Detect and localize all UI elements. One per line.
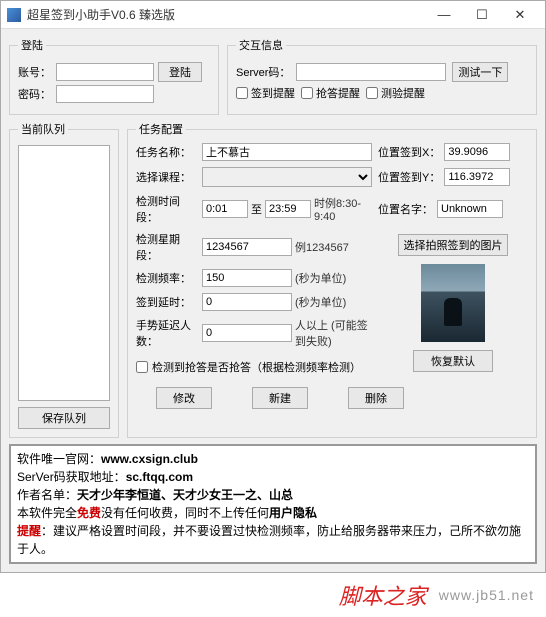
account-label: 账号： bbox=[18, 64, 52, 80]
restore-default-button[interactable]: 恢复默认 bbox=[413, 350, 493, 372]
course-label: 选择课程： bbox=[136, 169, 196, 185]
time-label: 检测时间段： bbox=[136, 193, 196, 225]
maximize-button[interactable]: ☐ bbox=[463, 2, 501, 28]
queue-list[interactable] bbox=[18, 145, 110, 401]
freq-input[interactable] bbox=[202, 269, 292, 287]
date-example: 例1234567 bbox=[295, 239, 349, 255]
delete-button[interactable]: 删除 bbox=[348, 387, 404, 409]
choose-image-button[interactable]: 选择拍照签到的图片 bbox=[398, 234, 508, 256]
date-input[interactable] bbox=[202, 238, 292, 256]
thumbnail-image bbox=[421, 264, 485, 342]
hand-input[interactable] bbox=[202, 324, 292, 342]
save-queue-button[interactable]: 保存队列 bbox=[18, 407, 110, 429]
pos-y-input[interactable] bbox=[444, 168, 510, 186]
delay-unit: (秒为单位) bbox=[295, 294, 346, 310]
pos-name-label: 位置名字： bbox=[378, 201, 433, 217]
brand-url: www.jb51.net bbox=[439, 587, 534, 603]
server-label: Server码： bbox=[236, 64, 290, 80]
queue-group: 当前队列 保存队列 bbox=[9, 121, 119, 438]
login-legend: 登陆 bbox=[18, 37, 46, 53]
new-button[interactable]: 新建 bbox=[252, 387, 308, 409]
test-remind-checkbox[interactable] bbox=[366, 87, 378, 99]
minimize-button[interactable]: — bbox=[425, 2, 463, 28]
queue-legend: 当前队列 bbox=[18, 121, 68, 137]
time-mid-label: 至 bbox=[251, 201, 262, 217]
delay-input[interactable] bbox=[202, 293, 292, 311]
hand-unit: 人以上 (可能签到失败) bbox=[295, 317, 372, 349]
grab-remind-label: 抢答提醒 bbox=[316, 85, 360, 101]
window-title: 超星签到小助手V0.6 臻选版 bbox=[27, 6, 425, 23]
account-input[interactable] bbox=[56, 63, 154, 81]
delay-label: 签到延时： bbox=[136, 294, 196, 310]
task-name-label: 任务名称： bbox=[136, 144, 196, 160]
pos-x-input[interactable] bbox=[444, 143, 510, 161]
task-name-input[interactable] bbox=[202, 143, 372, 161]
login-group: 登陆 账号： 登陆 密码： bbox=[9, 37, 219, 115]
server-input[interactable] bbox=[296, 63, 446, 81]
sign-remind-checkbox[interactable] bbox=[236, 87, 248, 99]
freq-label: 检测频率： bbox=[136, 270, 196, 286]
hand-label: 手势延迟人数： bbox=[136, 317, 196, 349]
grab-remind-checkbox[interactable] bbox=[301, 87, 313, 99]
time-end-input[interactable] bbox=[265, 200, 311, 218]
login-button[interactable]: 登陆 bbox=[158, 62, 202, 82]
freq-unit: (秒为单位) bbox=[295, 270, 346, 286]
test-remind-label: 测验提醒 bbox=[381, 85, 425, 101]
sign-remind-label: 签到提醒 bbox=[251, 85, 295, 101]
test-button[interactable]: 测试一下 bbox=[452, 62, 508, 82]
password-input[interactable] bbox=[56, 85, 154, 103]
password-label: 密码： bbox=[18, 86, 52, 102]
course-select[interactable] bbox=[202, 167, 372, 187]
close-button[interactable]: ✕ bbox=[501, 2, 539, 28]
time-start-input[interactable] bbox=[202, 200, 248, 218]
pos-name-input[interactable] bbox=[437, 200, 503, 218]
app-icon bbox=[7, 8, 21, 22]
pos-x-label: 位置签到X： bbox=[378, 144, 440, 160]
date-label: 检测星期段： bbox=[136, 231, 196, 263]
pos-y-label: 位置签到Y： bbox=[378, 169, 440, 185]
detect-grab-checkbox[interactable] bbox=[136, 361, 148, 373]
footer: 脚本之家 www.jb51.net bbox=[0, 573, 546, 617]
brand-text: 脚本之家 bbox=[339, 579, 427, 611]
modify-button[interactable]: 修改 bbox=[156, 387, 212, 409]
interact-legend: 交互信息 bbox=[236, 37, 286, 53]
titlebar: 超星签到小助手V0.6 臻选版 — ☐ ✕ bbox=[1, 1, 545, 29]
interact-group: 交互信息 Server码： 测试一下 签到提醒 抢答提醒 测验提醒 bbox=[227, 37, 537, 115]
task-group: 任务配置 任务名称： 位置签到X： 选择课程： 位置签到Y： 检测时间段： 至 … bbox=[127, 121, 537, 438]
detect-grab-label: 检测到抢答是否抢答（根据检测频率检测） bbox=[152, 359, 361, 375]
info-box: 软件唯一官网：www.cxsign.club SerVer码获取地址：sc.ft… bbox=[9, 444, 537, 564]
time-example: 时例8:30-9:40 bbox=[314, 195, 372, 223]
task-legend: 任务配置 bbox=[136, 121, 186, 137]
